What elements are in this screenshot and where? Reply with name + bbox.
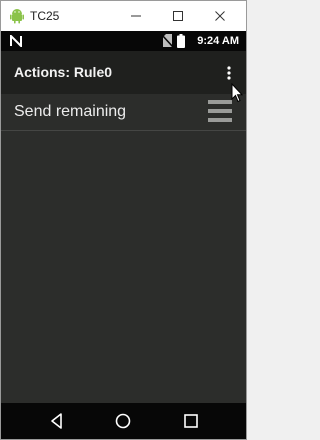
minimize-icon <box>131 15 141 17</box>
more-vert-icon <box>227 66 231 80</box>
battery-icon <box>177 34 185 48</box>
android-icon <box>10 9 24 24</box>
no-sim-icon <box>162 34 173 48</box>
minimize-button[interactable] <box>119 1 153 31</box>
close-icon <box>215 11 225 21</box>
recents-icon[interactable] <box>182 412 200 430</box>
home-icon[interactable] <box>114 412 132 430</box>
maximize-button[interactable] <box>161 1 195 31</box>
maximize-icon <box>173 11 183 21</box>
page-title: Actions: Rule0 <box>14 64 113 80</box>
device-screen: 9:24 AM Actions: Rule0 Send remaining <box>1 31 246 439</box>
status-time: 9:24 AM <box>197 35 239 47</box>
window-title-bar: TC25 <box>1 1 246 31</box>
back-icon[interactable] <box>48 412 66 430</box>
mouse-cursor-icon <box>231 83 243 103</box>
window-title: TC25 <box>30 9 60 23</box>
divider <box>1 130 246 131</box>
emulator-window: TC25 9:24 AM Actions: Rule0 Send remaini… <box>0 0 247 440</box>
list-item[interactable]: Send remaining <box>1 94 246 130</box>
app-bar: Actions: Rule0 <box>1 51 246 94</box>
navigation-bar <box>1 403 246 439</box>
status-bar: 9:24 AM <box>1 31 246 51</box>
drag-handle-icon[interactable] <box>208 100 232 122</box>
overflow-menu-button[interactable] <box>219 61 239 85</box>
n-notification-icon <box>10 35 22 47</box>
list-item-label: Send remaining <box>14 103 127 120</box>
close-button[interactable] <box>203 1 237 31</box>
